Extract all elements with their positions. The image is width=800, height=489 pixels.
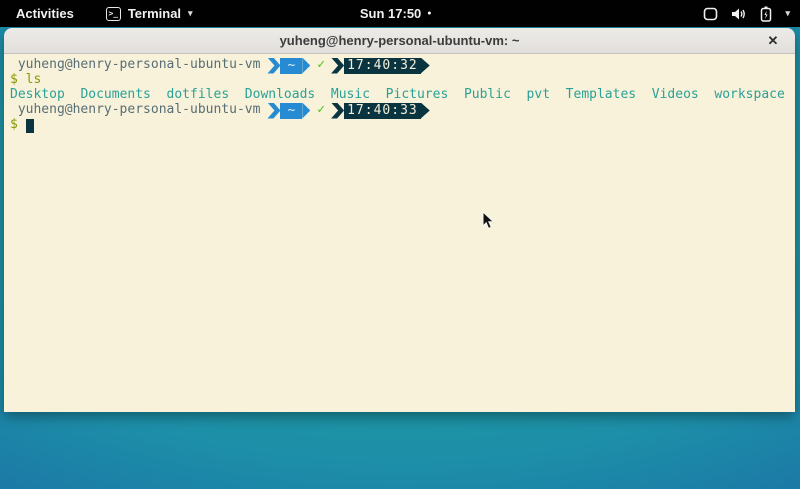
terminal-content[interactable]: yuheng@henry-personal-ubuntu-vm ~ ✓ 17:4…	[4, 54, 795, 412]
window-title: yuheng@henry-personal-ubuntu-vm: ~	[280, 33, 520, 48]
directory-entry: Public	[464, 88, 511, 103]
powerline-path-segment: ~	[260, 58, 310, 74]
window-titlebar[interactable]: yuheng@henry-personal-ubuntu-vm: ~ ✕	[4, 28, 795, 54]
app-menu-terminal[interactable]: >_ Terminal ▾	[106, 6, 193, 21]
clock-label: Sun 17:50	[360, 6, 421, 21]
powerline-chevron-icon	[267, 103, 280, 119]
chevron-down-icon: ▾	[188, 8, 193, 19]
powerline-chevron-icon	[267, 58, 280, 74]
ls-output-line: Desktop Documents dotfiles Downloads Mus…	[10, 88, 791, 103]
prompt-time: 17:40:32	[344, 58, 421, 74]
prompt-user-host: yuheng@henry-personal-ubuntu-vm	[18, 103, 261, 118]
activities-button[interactable]: Activities	[10, 4, 80, 23]
input-line[interactable]: $	[10, 118, 791, 133]
clock-button[interactable]: Sun 17:50 ●	[360, 6, 432, 21]
prompt-user-host: yuheng@henry-personal-ubuntu-vm	[18, 58, 261, 73]
directory-entry: Templates	[566, 88, 636, 103]
battery-charging-icon	[760, 6, 772, 22]
notification-dot-icon: ●	[427, 10, 431, 17]
powerline-time-segment: 17:40:32	[331, 58, 430, 74]
powerline-arrow-icon	[421, 103, 430, 119]
directory-entry: Documents	[80, 88, 150, 103]
prompt-time: 17:40:33	[344, 103, 421, 119]
powerline-path-segment: ~	[260, 103, 310, 119]
status-check-icon: ✓	[317, 103, 325, 118]
prompt-line: yuheng@henry-personal-ubuntu-vm ~ ✓ 17:4…	[10, 103, 791, 118]
close-icon[interactable]: ✕	[764, 32, 782, 50]
directory-entry: Music	[331, 88, 370, 103]
powerline-chevron-icon	[331, 103, 344, 119]
powerline-arrow-icon	[302, 58, 310, 74]
system-status-area[interactable]: ▾	[703, 6, 790, 22]
prompt-symbol: $	[10, 118, 18, 133]
directory-entry: dotfiles	[167, 88, 230, 103]
directory-entry: workspace	[714, 88, 784, 103]
command-text: ls	[26, 73, 42, 88]
directory-entry: Desktop	[10, 88, 65, 103]
mouse-cursor	[482, 211, 495, 235]
chevron-down-icon: ▾	[785, 8, 790, 19]
prompt-symbol: $	[10, 73, 18, 88]
powerline-arrow-icon	[421, 58, 430, 74]
powerline-time-segment: 17:40:33	[331, 103, 430, 119]
directory-entry: Videos	[652, 88, 699, 103]
directory-entry: Downloads	[245, 88, 315, 103]
directory-entry: Pictures	[386, 88, 449, 103]
prompt-directory: ~	[280, 103, 302, 119]
prompt-line: yuheng@henry-personal-ubuntu-vm ~ ✓ 17:4…	[10, 58, 791, 73]
powerline-arrow-icon	[302, 103, 310, 119]
directory-entry: pvt	[527, 88, 550, 103]
desktop: Activities >_ Terminal ▾ Sun 17:50 ●	[0, 0, 800, 489]
gnome-top-bar: Activities >_ Terminal ▾ Sun 17:50 ●	[0, 0, 800, 27]
screen-icon	[703, 7, 718, 21]
terminal-cursor	[26, 119, 34, 133]
terminal-icon: >_	[106, 7, 121, 21]
prompt-directory: ~	[280, 58, 302, 74]
status-check-icon: ✓	[317, 58, 325, 73]
app-menu-label: Terminal	[128, 6, 181, 21]
volume-icon	[731, 7, 747, 21]
terminal-window: yuheng@henry-personal-ubuntu-vm: ~ ✕ yuh…	[4, 28, 795, 412]
powerline-chevron-icon	[331, 58, 344, 74]
command-line: $ ls	[10, 73, 791, 88]
